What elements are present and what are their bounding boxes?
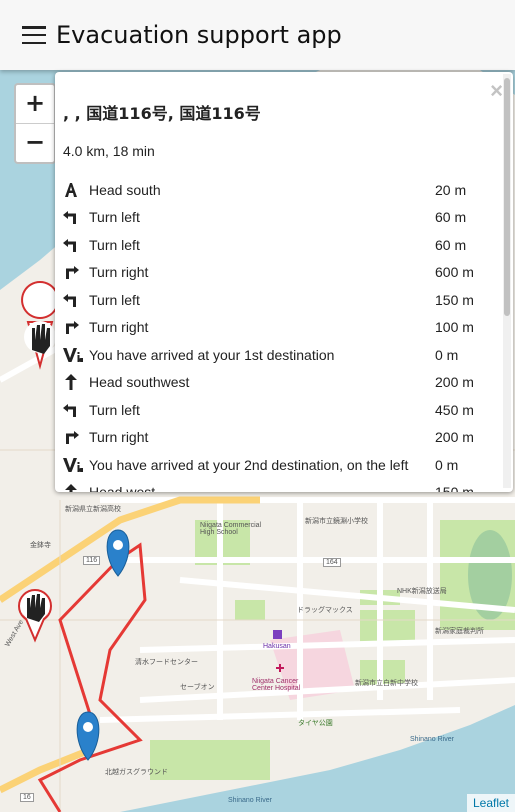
map-label: タイヤ公園: [298, 720, 333, 727]
app-bar: Evacuation support app: [0, 0, 515, 70]
instruction-text: You have arrived at your 2nd destination…: [89, 456, 409, 473]
route-title: , , 国道116号, 国道116号: [63, 104, 261, 123]
depart-icon: [63, 182, 89, 198]
instruction-text: Head southwest: [89, 374, 190, 391]
instruction-row[interactable]: Turn left 450 m: [63, 396, 495, 424]
instruction-distance: 60 m: [435, 209, 467, 226]
map-label: 北越ガスグラウンド: [105, 769, 168, 776]
instruction-row[interactable]: Head southwest 200 m: [63, 369, 495, 397]
turn-right-icon: [63, 264, 89, 280]
map-label: 金鉢寺: [30, 542, 51, 549]
instruction-distance: 150 m: [435, 484, 495, 492]
app-title: Evacuation support app: [56, 21, 342, 49]
map-label: ドラッグマックス: [297, 607, 353, 614]
route-summary: 4.0 km, 18 min: [63, 143, 155, 159]
instruction-text: Turn right: [89, 264, 149, 281]
instruction-row[interactable]: Turn right 600 m: [63, 259, 495, 287]
instruction-row[interactable]: Turn left 60 m: [63, 231, 495, 259]
map-label: Niigata Commercial High School: [200, 522, 262, 536]
instruction-distance: 20 m: [435, 181, 467, 198]
instruction-distance: 0 m: [435, 456, 459, 473]
straight-icon: [63, 484, 89, 492]
turn-left-icon: [63, 209, 89, 225]
instruction-row[interactable]: You have arrived at your 1st destination…: [63, 341, 495, 369]
instruction-text: Turn left: [89, 291, 140, 308]
hamburger-menu-icon[interactable]: [22, 26, 46, 44]
straight-icon: [63, 374, 89, 391]
instruction-text: Turn right: [89, 429, 149, 446]
turn-left-icon: [63, 402, 89, 418]
map-label: Hakusan: [263, 643, 291, 650]
map-label: セーブオン: [180, 684, 215, 691]
via-icon: [63, 457, 89, 473]
turn-left-icon: [63, 237, 89, 253]
instruction-distance: 60 m: [435, 236, 467, 253]
instruction-distance: 450 m: [435, 401, 474, 418]
turn-right-icon: [63, 319, 89, 335]
zoom-out-button[interactable]: −: [16, 124, 54, 162]
instruction-row[interactable]: You have arrived at your 2nd destination…: [63, 451, 495, 479]
map-label: 16: [20, 793, 34, 802]
instruction-row[interactable]: Turn left 150 m: [63, 286, 495, 314]
map-label: Shinano River: [228, 797, 272, 804]
instruction-text: You have arrived at your 1st destination: [89, 346, 335, 363]
map-label: Shinano River: [410, 736, 454, 743]
instruction-text: Head south: [89, 181, 161, 198]
instruction-row[interactable]: Head south 20 m: [63, 176, 495, 204]
via-icon: [63, 347, 89, 363]
instruction-row[interactable]: Turn right 200 m: [63, 424, 495, 452]
instruction-text: Turn left: [89, 209, 140, 226]
instruction-list: Head south 20 m Turn left 60 m Turn left 60 m…: [63, 176, 495, 492]
map-label: 164: [323, 558, 341, 567]
instruction-text: Head west: [89, 484, 435, 492]
routing-panel: × , , 国道116号, 国道116号 4.0 km, 18 min Head…: [55, 72, 513, 492]
instruction-text: Turn left: [89, 236, 140, 253]
instruction-text: Turn left: [89, 401, 140, 418]
map-label: 新潟市立白新中学校: [355, 680, 418, 687]
map-label: NHK新潟放送局: [397, 588, 447, 595]
turn-right-icon: [63, 429, 89, 445]
instruction-distance: 150 m: [435, 291, 474, 308]
map-label: 新潟県立新潟高校: [65, 506, 121, 513]
map-label: Niigata Cancer Center Hospital: [252, 678, 301, 692]
instruction-text: Turn right: [89, 319, 149, 336]
close-icon[interactable]: ×: [490, 78, 503, 104]
instruction-row[interactable]: Turn right 100 m: [63, 314, 495, 342]
instruction-row[interactable]: Turn left 60 m: [63, 204, 495, 232]
leaflet-attribution[interactable]: Leaflet: [466, 794, 515, 812]
instruction-distance: 600 m: [435, 264, 474, 281]
map-label: 116: [83, 556, 101, 565]
turn-left-icon: [63, 292, 89, 308]
scrollbar-thumb[interactable]: [504, 78, 510, 316]
instruction-distance: 100 m: [435, 319, 474, 336]
map-label: 新潟家庭裁判所: [435, 628, 484, 635]
instruction-distance: 0 m: [435, 346, 459, 363]
map-label: 新潟市立鏡淵小学校: [305, 518, 368, 525]
zoom-in-button[interactable]: +: [16, 85, 54, 124]
instruction-row[interactable]: Head west150 m: [63, 479, 495, 492]
instruction-distance: 200 m: [435, 429, 474, 446]
map-label: 清水フードセンター: [135, 659, 198, 666]
instruction-distance: 200 m: [435, 374, 474, 391]
zoom-control: + −: [14, 83, 56, 164]
